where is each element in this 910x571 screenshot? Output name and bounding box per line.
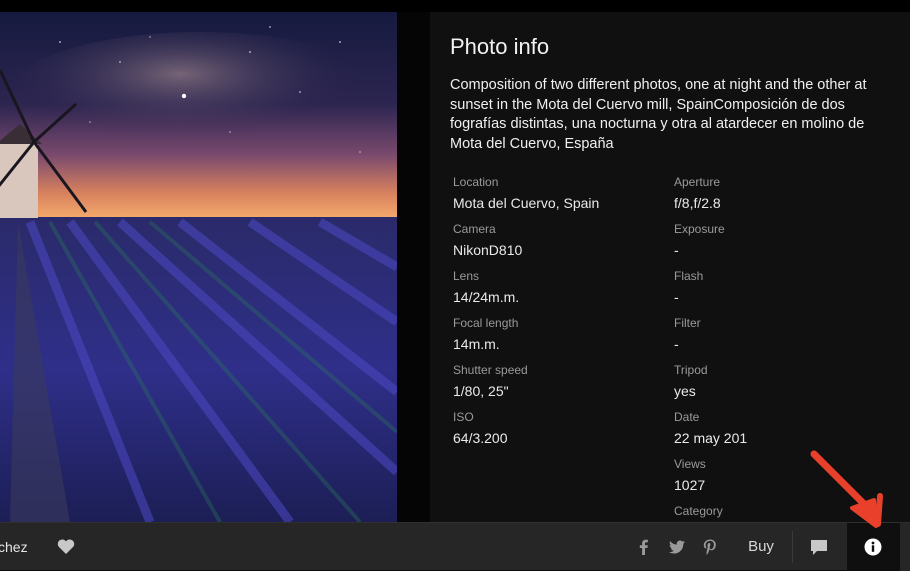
meta-aperture: Aperture f/8,f/2.8 [674,174,874,221]
meta-iso: ISO 64/3.200 [453,409,653,456]
meta-label: Location [453,175,499,189]
meta-value: yes [674,383,696,399]
meta-value: 14m.m. [453,336,500,352]
photo-separator [397,12,430,522]
meta-value: - [674,336,679,352]
pinterest-icon[interactable] [700,537,720,557]
photo-info-panel: Photo info Composition of two different … [430,12,910,522]
meta-value: 64/3.200 [453,430,508,446]
info-icon [864,538,882,556]
author-name-link[interactable]: chez [0,523,28,571]
photo-description: Composition of two different photos, one… [450,77,867,152]
meta-views: Views 1027 [674,456,874,503]
meta-flash: Flash - [674,268,874,315]
meta-value: 14/24m.m. [453,289,520,305]
meta-label: Exposure [674,222,725,236]
meta-value: 1027 [674,477,706,493]
meta-value: - [674,289,679,305]
meta-label: Category [674,504,723,518]
toolbar-divider [792,531,793,563]
meta-tripod: Tripod yes [674,362,874,409]
meta-label: Lens [453,269,480,283]
meta-label: Tripod [674,363,708,377]
meta-lens: Lens 14/24m.m. [453,268,653,315]
meta-label: Aperture [674,175,721,189]
toolbar-edge [900,523,910,571]
meta-category: Category [674,503,874,522]
info-button[interactable] [847,523,900,571]
bottom-toolbar: chez Buy [0,522,910,571]
meta-value: f/8,f/2.8 [674,195,721,211]
meta-label: ISO [453,410,474,424]
twitter-icon[interactable] [667,537,687,557]
meta-location: Location Mota del Cuervo, Spain [453,174,653,221]
meta-shutter-speed: Shutter speed 1/80, 25" [453,362,653,409]
meta-label: Camera [453,222,496,236]
meta-value: - [674,242,679,258]
facebook-icon[interactable] [634,537,654,557]
meta-label: Flash [674,269,704,283]
buy-button[interactable]: Buy [738,523,784,571]
top-bar [0,0,910,12]
heart-icon[interactable] [56,537,76,557]
photo[interactable] [0,12,397,522]
meta-value: 1/80, 25" [453,383,509,399]
metadata-right-column: Aperture f/8,f/2.8 Exposure - Flash - Fi… [674,174,874,522]
meta-label: Shutter speed [453,363,528,377]
metadata-left-column: Location Mota del Cuervo, Spain Camera N… [453,174,653,456]
meta-value: NikonD810 [453,242,523,258]
meta-filter: Filter - [674,315,874,362]
meta-camera: Camera NikonD810 [453,221,653,268]
photo-info-title: Photo info [450,34,550,59]
meta-focal-length: Focal length 14m.m. [453,315,653,362]
meta-value: Mota del Cuervo, Spain [453,195,600,211]
comment-icon[interactable] [808,537,830,557]
meta-date: Date 22 may 201 [674,409,874,456]
meta-label: Date [674,410,700,424]
meta-exposure: Exposure - [674,221,874,268]
lavender-windmill-image [0,12,397,522]
meta-value: 22 may 201 [674,430,748,446]
meta-label: Views [674,457,706,471]
meta-label: Filter [674,316,701,330]
meta-label: Focal length [453,316,519,330]
